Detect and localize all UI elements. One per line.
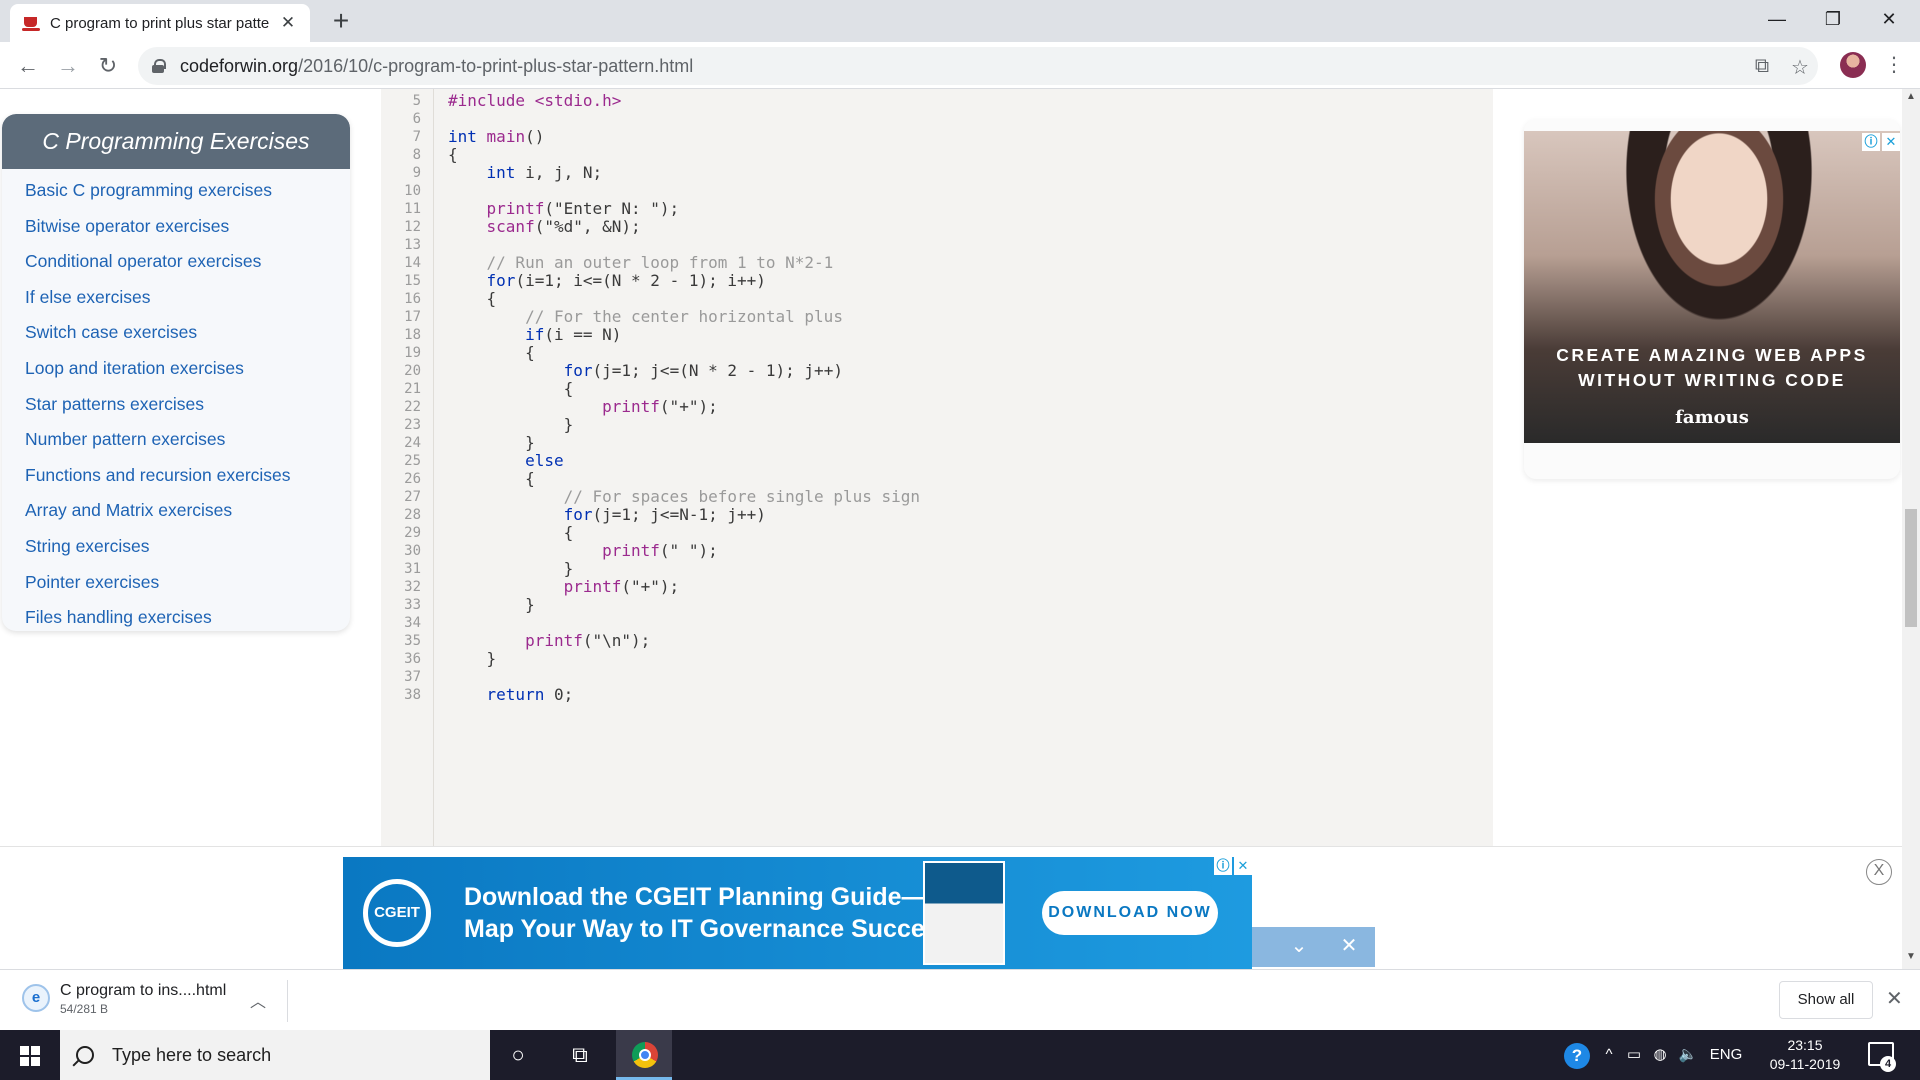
browser-tab[interactable]: C program to print plus star patte ✕ xyxy=(10,4,310,42)
language-indicator[interactable]: ENG xyxy=(1706,1030,1746,1080)
cortana-icon[interactable]: ○ xyxy=(490,1030,546,1080)
translate-icon[interactable]: ⧉ xyxy=(1748,55,1776,78)
banner-adchoices-icon[interactable]: ⓘ xyxy=(1214,857,1232,875)
sidebar-link[interactable]: Array and Matrix exercises xyxy=(2,493,350,529)
banner-line-1: Download the CGEIT Planning Guide— xyxy=(464,883,927,911)
cgeit-banner-ad[interactable]: CGEIT Download the CGEIT Planning Guide—… xyxy=(343,857,1252,969)
battery-icon[interactable]: ▭ xyxy=(1622,1030,1646,1080)
chevron-up-icon[interactable]: ︿ xyxy=(250,988,266,1012)
browser-menu-icon[interactable]: ⋮ xyxy=(1884,50,1904,80)
search-icon xyxy=(76,1046,94,1064)
site-favicon-icon xyxy=(22,14,40,32)
taskbar-clock[interactable]: 23:15 09-11-2019 xyxy=(1760,1036,1850,1074)
download-shelf: e C program to ins....html 54/281 B ︿ Sh… xyxy=(0,969,1920,1029)
browser-toolbar: ← → ↻ codeforwin.org/2016/10/c-program-t… xyxy=(0,42,1920,89)
help-icon[interactable]: ? xyxy=(1564,1043,1590,1069)
tab-strip: C program to print plus star patte ✕ + —… xyxy=(0,0,1920,42)
line-number: 38 xyxy=(404,687,421,703)
exercises-sidebar: C Programming Exercises Basic C programm… xyxy=(2,114,350,631)
sidebar-link[interactable]: Star patterns exercises xyxy=(2,387,350,423)
sidebar-link[interactable]: Pointer exercises xyxy=(2,565,350,601)
sidebar-link[interactable]: If else exercises xyxy=(2,280,350,316)
tab-title: C program to print plus star patte xyxy=(50,14,270,32)
banner-line-2: Map Your Way to IT Governance Success! xyxy=(464,915,961,943)
adchoices-icon[interactable]: ⓘ xyxy=(1862,133,1880,151)
sidebar-link[interactable]: Bitwise operator exercises xyxy=(2,209,350,245)
side-ad-line-1: CREATE AMAZING WEB APPS xyxy=(1556,345,1868,365)
download-file-size: 54/281 B xyxy=(60,1002,109,1016)
sidebar-link[interactable]: Files handling exercises xyxy=(2,600,350,631)
reload-icon[interactable]: ↻ xyxy=(92,50,124,82)
sidebar-link[interactable]: Switch case exercises xyxy=(2,315,350,351)
code-line: 38 return 0; xyxy=(381,684,1481,706)
url-domain: codeforwin.org xyxy=(180,55,299,76)
chrome-taskbar-button[interactable] xyxy=(616,1030,672,1080)
network-icon[interactable]: ◍ xyxy=(1648,1030,1672,1080)
download-item[interactable]: e C program to ins....html 54/281 B ︿ xyxy=(18,980,288,1022)
side-ad[interactable]: CREATE AMAZING WEB APPS WITHOUT WRITING … xyxy=(1524,131,1900,443)
page-scrollbar[interactable]: ▲ ▼ xyxy=(1902,89,1920,969)
windows-taskbar: Type here to search ○ ⧉ ? ^ ▭ ◍ 🔈 ENG 23… xyxy=(0,1030,1920,1080)
scroll-thumb[interactable] xyxy=(1905,509,1917,627)
banner-headline: Download the CGEIT Planning Guide— Map Y… xyxy=(464,881,961,945)
bookmark-star-icon[interactable]: ☆ xyxy=(1786,55,1814,80)
address-bar[interactable]: codeforwin.org/2016/10/c-program-to-prin… xyxy=(138,47,1818,85)
scroll-down-icon[interactable]: ▼ xyxy=(1902,951,1920,962)
close-sticky-ad-button[interactable]: X xyxy=(1866,859,1892,885)
clock-date: 09-11-2019 xyxy=(1769,1056,1841,1072)
code-block: 5 #include <stdio.h> 6 7 int main() 8{9 int i… xyxy=(381,89,1493,849)
url-text: codeforwin.org/2016/10/c-program-to-prin… xyxy=(180,56,693,77)
url-path: /2016/10/c-program-to-print-plus-star-pa… xyxy=(298,55,694,76)
sidebar-link[interactable]: String exercises xyxy=(2,529,350,565)
sidebar-title: C Programming Exercises xyxy=(2,114,350,169)
tray-chevron-icon[interactable]: ^ xyxy=(1598,1030,1620,1080)
sidebar-list: Basic C programming exercises Bitwise ope… xyxy=(2,169,350,631)
close-download-shelf-icon[interactable]: ✕ xyxy=(1886,986,1903,1011)
minimize-button[interactable]: — xyxy=(1754,4,1800,34)
profile-avatar[interactable] xyxy=(1840,52,1866,78)
sidebar-link[interactable]: Loop and iteration exercises xyxy=(2,351,350,387)
search-placeholder: Type here to search xyxy=(112,1044,272,1065)
volume-icon[interactable]: 🔈 xyxy=(1674,1030,1702,1080)
notification-count-badge: 4 xyxy=(1880,1056,1896,1072)
new-tab-button[interactable]: + xyxy=(326,6,356,36)
chrome-icon xyxy=(632,1042,658,1068)
page-viewport: C Programming Exercises Basic C programm… xyxy=(0,89,1902,969)
sidebar-link[interactable]: Conditional operator exercises xyxy=(2,244,350,280)
back-arrow-icon[interactable]: ← xyxy=(12,50,44,82)
taskbar-search-box[interactable]: Type here to search xyxy=(60,1030,490,1080)
sidebar-link[interactable]: Number pattern exercises xyxy=(2,422,350,458)
clock-time: 23:15 xyxy=(1787,1037,1823,1053)
ad-close-icon[interactable]: ✕ xyxy=(1882,133,1900,151)
banner-ad-close-icon[interactable]: ✕ xyxy=(1234,857,1252,875)
download-file-name: C program to ins....html xyxy=(60,982,227,999)
ad-photo-face xyxy=(1644,131,1794,301)
side-ad-brand: famous xyxy=(1675,407,1749,428)
dismiss-ad-icon[interactable]: ✕ xyxy=(1334,933,1364,958)
bottom-ad-bar: CGEIT Download the CGEIT Planning Guide—… xyxy=(0,846,1902,969)
forward-arrow-icon[interactable]: → xyxy=(52,50,84,82)
cgeit-logo: CGEIT xyxy=(363,879,431,947)
ie-file-icon: e xyxy=(22,984,50,1012)
download-now-button[interactable]: DOWNLOAD NOW xyxy=(1042,891,1218,935)
code-text: return 0; xyxy=(486,685,574,704)
guide-cover-image xyxy=(923,861,1005,965)
side-ad-headline: CREATE AMAZING WEB APPS WITHOUT WRITING … xyxy=(1524,343,1900,393)
sidebar-link[interactable]: Functions and recursion exercises xyxy=(2,458,350,494)
windows-start-icon[interactable] xyxy=(0,1030,60,1080)
tab-close-icon[interactable]: ✕ xyxy=(278,13,298,33)
window-close-button[interactable]: ✕ xyxy=(1866,4,1912,34)
scroll-up-icon[interactable]: ▲ xyxy=(1902,91,1920,102)
show-all-button[interactable]: Show all xyxy=(1779,981,1873,1019)
maximize-button[interactable]: ❐ xyxy=(1810,4,1856,34)
task-view-icon[interactable]: ⧉ xyxy=(552,1030,608,1080)
collapse-ad-icon[interactable]: ⌄ xyxy=(1284,933,1314,958)
lock-icon xyxy=(152,59,166,73)
sidebar-link[interactable]: Basic C programming exercises xyxy=(2,173,350,209)
side-ad-line-2: WITHOUT WRITING CODE xyxy=(1578,370,1846,390)
banner-control-strip: ⌄ ✕ xyxy=(1252,927,1375,967)
